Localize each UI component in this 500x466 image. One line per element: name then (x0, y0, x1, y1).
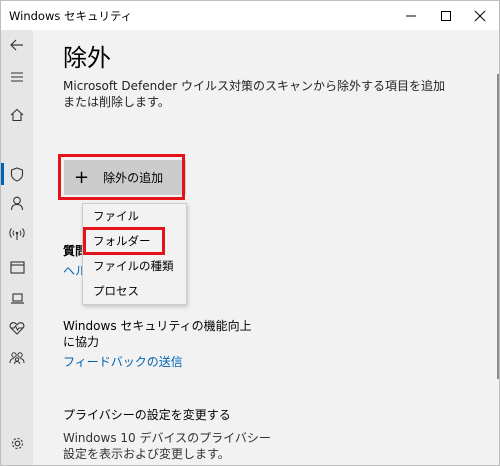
nav-virus-protection[interactable] (1, 159, 33, 189)
privacy-description: Windows 10 デバイスのプライバシー設定を表示および変更します。 (63, 431, 271, 461)
family-icon (9, 352, 25, 365)
add-exclusion-button[interactable]: + 除外の追加 (64, 160, 186, 195)
dropdown-item-file[interactable]: ファイル (83, 204, 186, 229)
wireless-icon (9, 228, 25, 240)
feedback-title: Windows セキュリティの機能向上に協力 (63, 319, 252, 349)
dropdown-item-process[interactable]: プロセス (83, 279, 186, 304)
close-button[interactable] (460, 1, 499, 30)
hamburger-menu-icon (11, 72, 23, 82)
gear-icon (11, 437, 23, 449)
menu-button[interactable] (1, 62, 33, 92)
privacy-title: プライバシーの設定を変更する (63, 408, 231, 422)
nav-settings[interactable] (1, 428, 33, 458)
nav-family-options[interactable] (1, 343, 33, 373)
window-title: Windows セキュリティ (9, 9, 133, 23)
heart-pulse-icon (9, 322, 25, 335)
close-icon (474, 10, 486, 21)
vertical-scrollbar[interactable] (493, 30, 499, 465)
maximize-icon (441, 10, 451, 21)
back-arrow-icon (10, 39, 23, 51)
person-icon (10, 196, 24, 210)
nav-app-browser-control[interactable] (1, 252, 33, 282)
nav-device-performance[interactable] (1, 313, 33, 343)
exclusion-type-dropdown: ファイル フォルダー ファイルの種類 プロセス (82, 203, 187, 305)
shield-icon (10, 166, 24, 182)
minimize-icon (406, 15, 416, 16)
minimize-button[interactable] (391, 1, 431, 30)
page-description: Microsoft Defender ウイルス対策のスキャンから除外する項目を追… (63, 79, 446, 109)
nav-firewall-network[interactable] (1, 219, 33, 249)
back-button[interactable] (1, 30, 33, 60)
nav-account-protection[interactable] (1, 188, 33, 218)
laptop-icon (10, 292, 24, 304)
dropdown-item-file-type[interactable]: ファイルの種類 (83, 254, 186, 279)
page-title: 除外 (63, 44, 111, 72)
title-bar: Windows セキュリティ (1, 1, 499, 30)
add-exclusion-label: 除外の追加 (103, 171, 164, 185)
navigation-sidebar (1, 30, 33, 465)
scroll-thumb[interactable] (497, 74, 499, 379)
feedback-link[interactable]: フィードバックの送信 (63, 353, 183, 370)
home-icon (10, 108, 24, 122)
main-content: 除外 Microsoft Defender ウイルス対策のスキャンから除外する項… (33, 30, 493, 465)
windows-security-window: Windows セキュリティ 除外 Microsoft Defender ウイル… (0, 0, 500, 466)
nav-device-security[interactable] (1, 283, 33, 313)
plus-icon: + (74, 166, 90, 188)
dropdown-item-folder[interactable]: フォルダー (83, 229, 186, 254)
browser-window-icon (9, 260, 25, 274)
nav-home[interactable] (1, 100, 33, 130)
